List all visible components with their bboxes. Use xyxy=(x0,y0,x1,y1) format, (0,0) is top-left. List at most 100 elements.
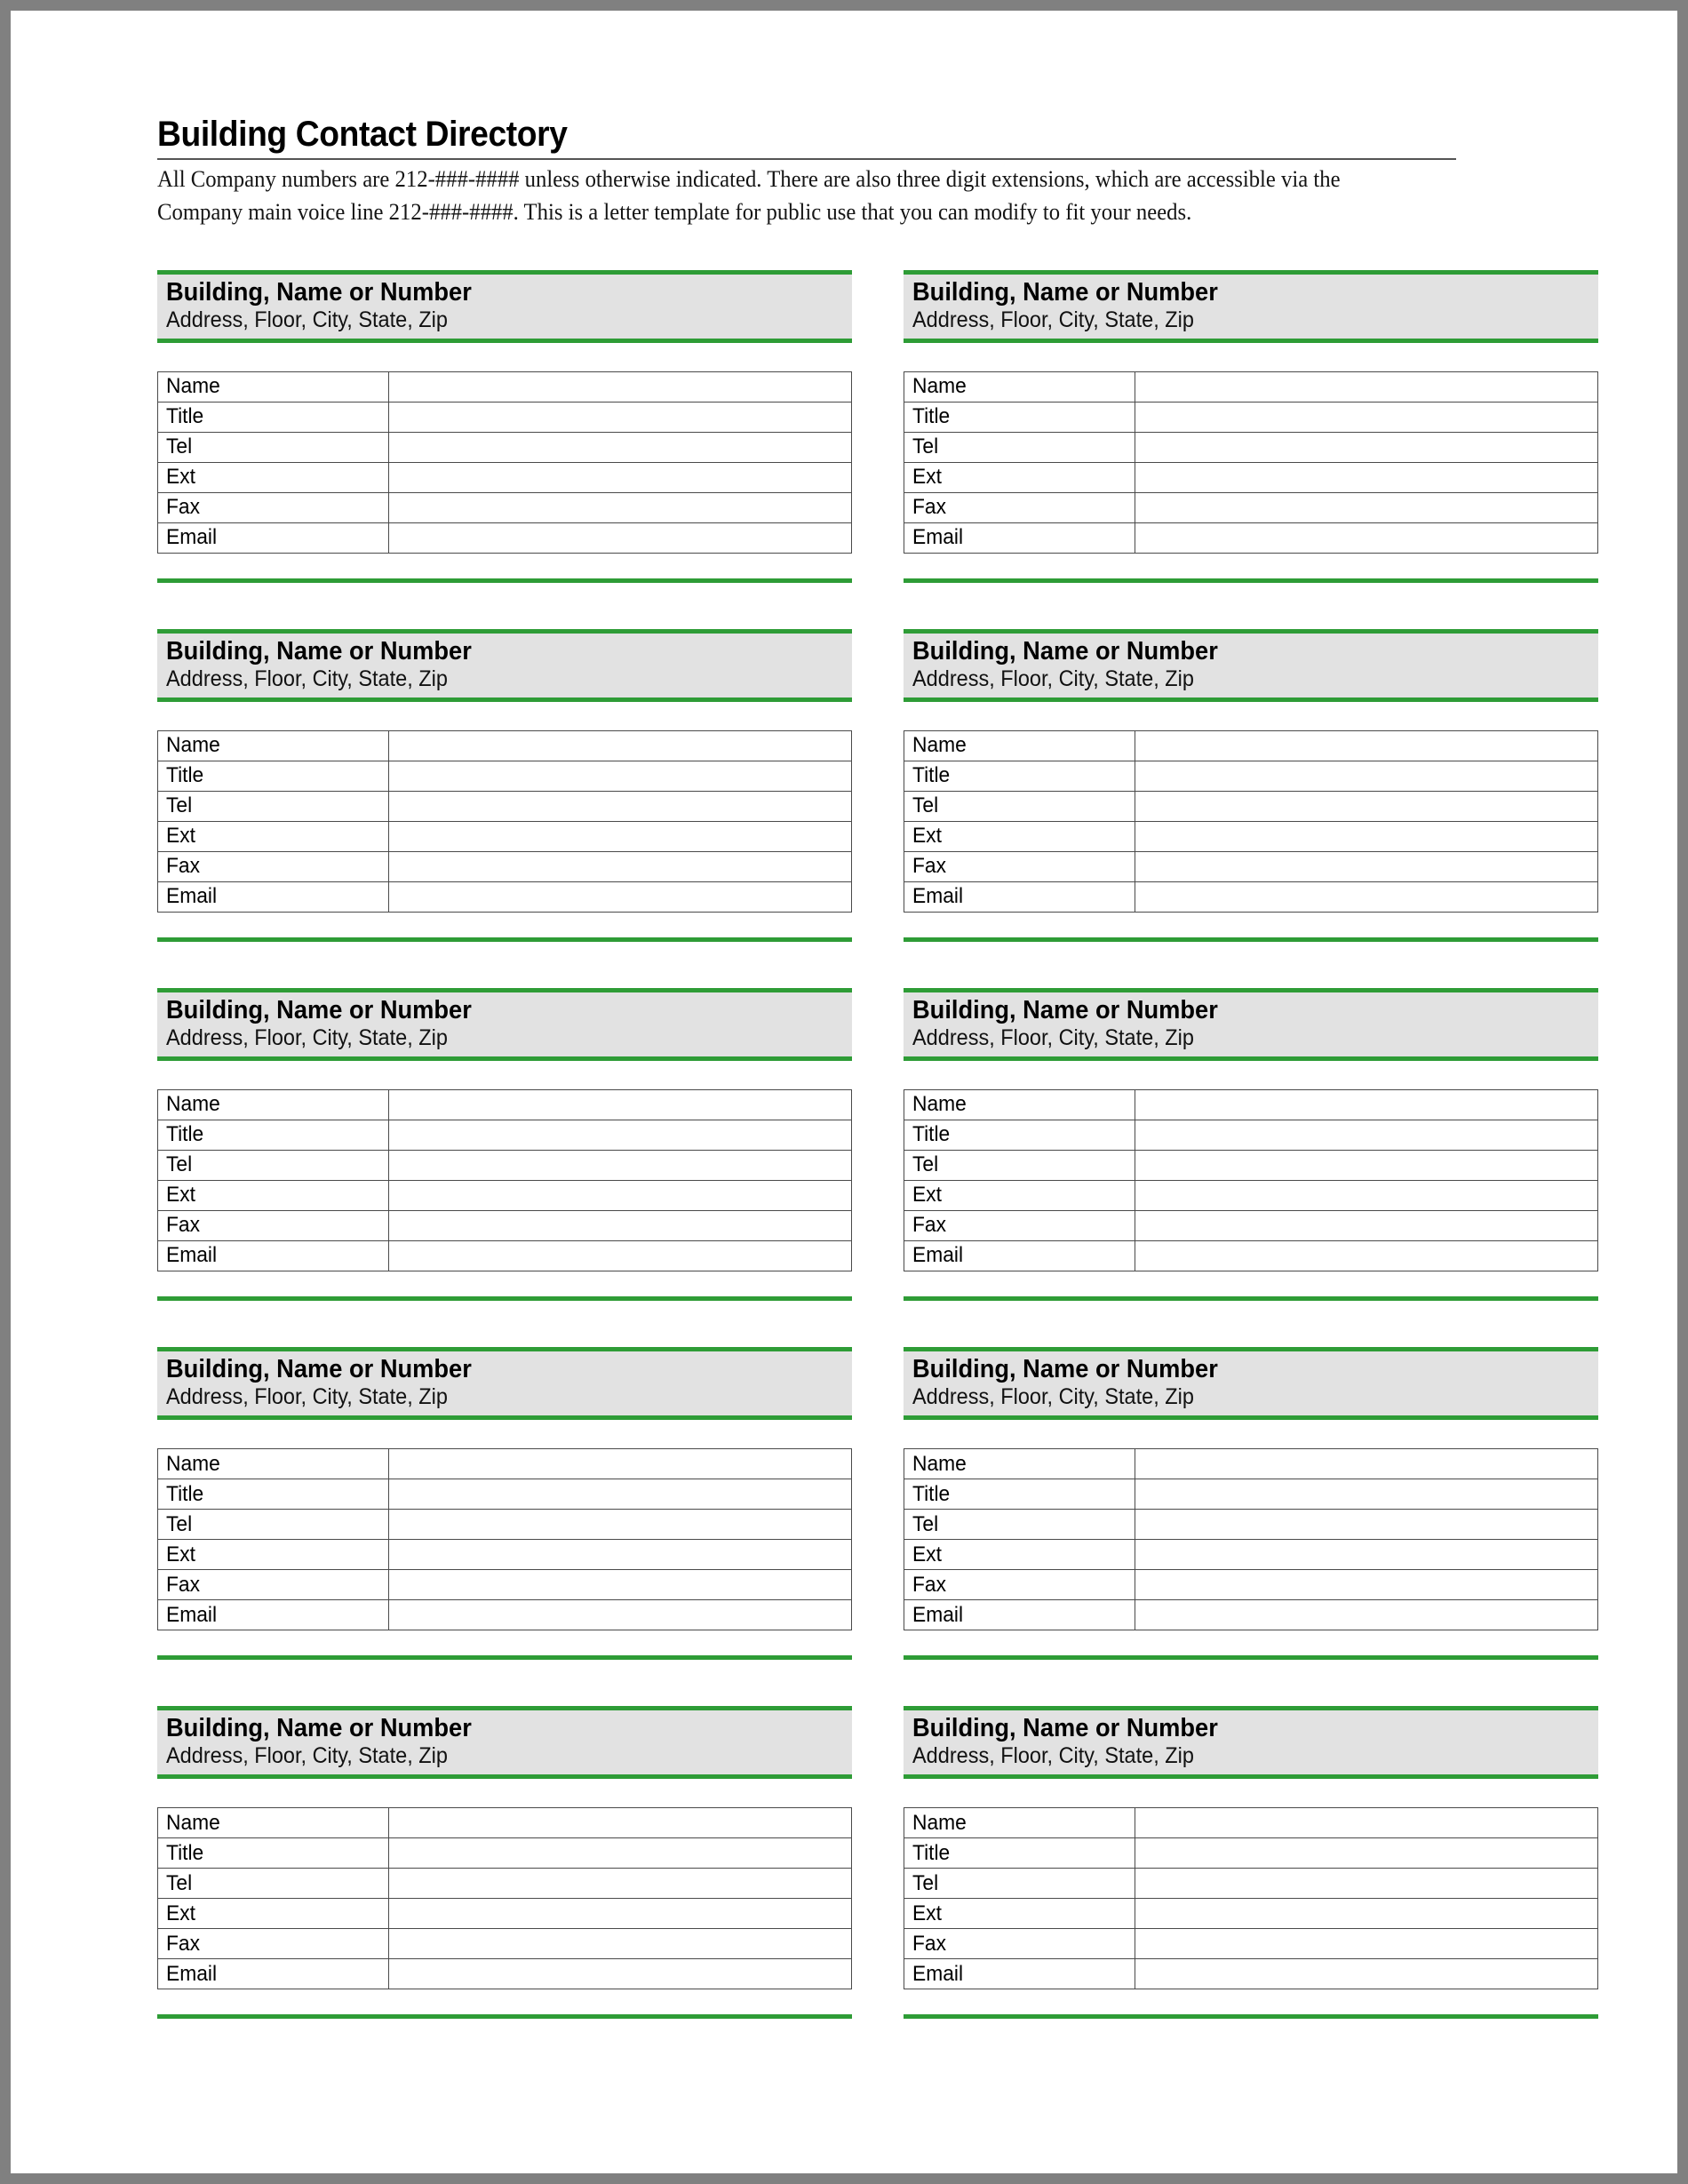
field-label-text: Fax xyxy=(166,854,201,879)
field-label-title: Title xyxy=(904,1119,1135,1151)
contact-card-header[interactable]: Building, Name or Number Address, Floor, … xyxy=(157,987,852,1061)
field-label-text: Ext xyxy=(912,465,942,490)
table-row: Ext xyxy=(904,461,1598,493)
field-value-name[interactable] xyxy=(1135,729,1598,761)
field-value-email[interactable] xyxy=(1135,1958,1598,1990)
field-value-email[interactable] xyxy=(388,1599,852,1630)
contact-card-divider xyxy=(904,937,1598,942)
contact-card-header[interactable]: Building, Name or Number Address, Floor, … xyxy=(904,987,1598,1061)
field-value-ext[interactable] xyxy=(1135,820,1598,852)
field-value-name[interactable] xyxy=(1135,1448,1598,1479)
field-value-name[interactable] xyxy=(388,371,852,403)
contact-card-header[interactable]: Building, Name or Number Address, Floor, … xyxy=(157,1346,852,1420)
field-value-title[interactable] xyxy=(1135,1479,1598,1510)
field-value-tel[interactable] xyxy=(388,790,852,822)
field-value-ext[interactable] xyxy=(388,1898,852,1930)
field-label-tel: Tel xyxy=(904,1149,1135,1181)
field-value-fax[interactable] xyxy=(1135,850,1598,882)
field-value-fax[interactable] xyxy=(1135,491,1598,523)
contact-card: Building, Name or Number Address, Floor, … xyxy=(904,1706,1598,2020)
contact-card-divider xyxy=(904,1655,1598,1660)
field-label-name: Name xyxy=(904,729,1135,761)
field-value-fax[interactable] xyxy=(388,1569,852,1600)
contact-card-header[interactable]: Building, Name or Number Address, Floor, … xyxy=(157,628,852,702)
field-label-name: Name xyxy=(157,1088,389,1120)
field-value-tel[interactable] xyxy=(1135,1868,1598,1900)
field-value-fax[interactable] xyxy=(1135,1928,1598,1960)
field-label-text: Name xyxy=(166,374,220,399)
field-value-title[interactable] xyxy=(1135,1119,1598,1151)
field-value-fax[interactable] xyxy=(1135,1569,1598,1600)
field-value-title[interactable] xyxy=(388,1479,852,1510)
contact-card-header[interactable]: Building, Name or Number Address, Floor, … xyxy=(157,269,852,343)
table-row: Tel xyxy=(157,790,852,822)
field-value-ext[interactable] xyxy=(388,461,852,493)
field-value-title[interactable] xyxy=(1135,401,1598,433)
field-value-tel[interactable] xyxy=(388,1868,852,1900)
field-value-ext[interactable] xyxy=(1135,1539,1598,1570)
field-value-email[interactable] xyxy=(1135,1239,1598,1271)
contact-card-header[interactable]: Building, Name or Number Address, Floor, … xyxy=(904,1706,1598,1780)
field-value-name[interactable] xyxy=(388,1807,852,1839)
contact-card-header[interactable]: Building, Name or Number Address, Floor, … xyxy=(904,628,1598,702)
field-value-email[interactable] xyxy=(1135,522,1598,554)
field-value-title[interactable] xyxy=(1135,1837,1598,1869)
field-value-name[interactable] xyxy=(1135,1088,1598,1120)
field-value-ext[interactable] xyxy=(388,820,852,852)
table-row: Ext xyxy=(904,1539,1598,1570)
contact-card-header[interactable]: Building, Name or Number Address, Floor, … xyxy=(904,269,1598,343)
field-value-fax[interactable] xyxy=(388,850,852,882)
contact-card-address: Address, Floor, City, State, Zip xyxy=(912,1384,1194,1409)
field-value-fax[interactable] xyxy=(1135,1209,1598,1241)
contact-card-header[interactable]: Building, Name or Number Address, Floor, … xyxy=(904,1346,1598,1420)
field-value-name[interactable] xyxy=(388,1088,852,1120)
field-value-email[interactable] xyxy=(388,1239,852,1271)
field-value-email[interactable] xyxy=(1135,1599,1598,1630)
field-value-email[interactable] xyxy=(388,881,852,913)
field-label-text: Fax xyxy=(912,1931,947,1956)
field-label-title: Title xyxy=(157,401,389,433)
field-value-title[interactable] xyxy=(388,1837,852,1869)
field-label-text: Email xyxy=(912,884,964,909)
field-value-fax[interactable] xyxy=(388,491,852,523)
field-value-title[interactable] xyxy=(388,760,852,792)
field-value-email[interactable] xyxy=(388,1958,852,1990)
field-value-email[interactable] xyxy=(388,522,852,554)
field-value-tel[interactable] xyxy=(1135,1509,1598,1540)
contact-card: Building, Name or Number Address, Floor, … xyxy=(904,1346,1598,1660)
table-row: Fax xyxy=(157,1569,852,1600)
field-value-ext[interactable] xyxy=(388,1539,852,1570)
field-value-name[interactable] xyxy=(388,729,852,761)
field-value-tel[interactable] xyxy=(388,1509,852,1540)
field-value-tel[interactable] xyxy=(388,431,852,463)
field-value-name[interactable] xyxy=(388,1448,852,1479)
contact-card-address: Address, Floor, City, State, Zip xyxy=(912,307,1194,332)
field-value-ext[interactable] xyxy=(1135,1179,1598,1211)
field-value-tel[interactable] xyxy=(1135,790,1598,822)
field-value-tel[interactable] xyxy=(1135,431,1598,463)
field-value-tel[interactable] xyxy=(1135,1149,1598,1181)
field-value-tel[interactable] xyxy=(388,1149,852,1181)
contact-card-address: Address, Floor, City, State, Zip xyxy=(166,1384,448,1409)
contact-card-header[interactable]: Building, Name or Number Address, Floor, … xyxy=(157,1706,852,1780)
table-row: Fax xyxy=(157,850,852,882)
field-value-name[interactable] xyxy=(1135,371,1598,403)
contact-card-title: Building, Name or Number xyxy=(166,1354,472,1383)
field-label-text: Email xyxy=(912,525,964,550)
field-value-fax[interactable] xyxy=(388,1209,852,1241)
field-value-name[interactable] xyxy=(1135,1807,1598,1839)
field-value-ext[interactable] xyxy=(1135,1898,1598,1930)
field-value-ext[interactable] xyxy=(1135,461,1598,493)
contact-card-title: Building, Name or Number xyxy=(166,636,472,666)
field-value-title[interactable] xyxy=(388,1119,852,1151)
contact-card-divider xyxy=(157,1655,852,1660)
field-label-tel: Tel xyxy=(904,1868,1135,1900)
field-label-text: Name xyxy=(912,733,967,758)
field-value-ext[interactable] xyxy=(388,1179,852,1211)
field-value-email[interactable] xyxy=(1135,881,1598,913)
field-label-text: Email xyxy=(166,1602,218,1627)
field-value-title[interactable] xyxy=(1135,760,1598,792)
field-value-title[interactable] xyxy=(388,401,852,433)
field-value-fax[interactable] xyxy=(388,1928,852,1960)
contact-card-divider xyxy=(157,937,852,942)
